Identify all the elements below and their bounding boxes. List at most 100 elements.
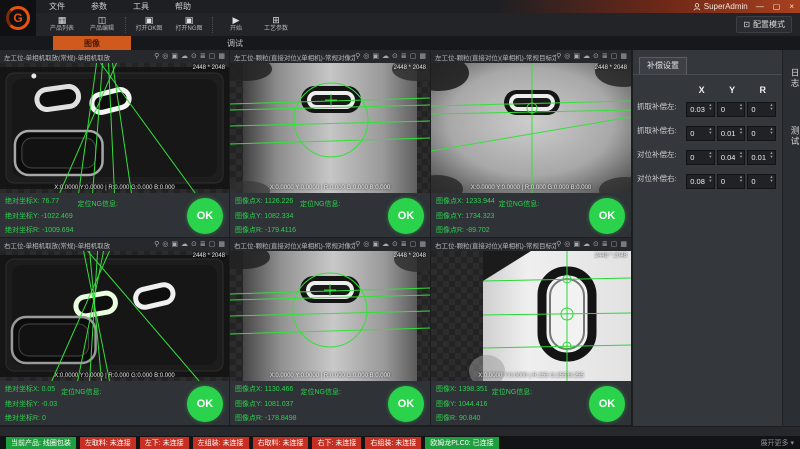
grab-right-y-input[interactable]: ▲▼ [717,123,746,138]
compensation-title-tab[interactable]: 补偿设置 [639,57,687,74]
spinner-arrows-icon[interactable]: ▲▼ [737,172,744,185]
cloud-icon[interactable]: ☁ [382,241,389,248]
image-fit-icon[interactable]: ▣ [171,241,178,248]
record-icon[interactable]: ⊙ [593,241,599,248]
close-button[interactable]: × [789,2,794,11]
target-icon[interactable]: ◎ [564,241,570,248]
image-fit-icon[interactable]: ▣ [573,53,580,60]
grab-left-x-input[interactable]: ▲▼ [686,99,715,114]
region-icon[interactable]: ▢ [209,241,216,248]
target-icon[interactable]: ◎ [363,53,369,60]
menu-help[interactable]: 帮助 [162,1,204,12]
cloud-icon[interactable]: ☁ [181,241,188,248]
spinner-arrows-icon[interactable]: ▲▼ [768,100,775,113]
align-left-r-input[interactable]: ▲▼ [747,147,776,162]
region-icon[interactable]: ▢ [611,241,618,248]
tab-debug[interactable]: 调试 [196,36,274,50]
cloud-icon[interactable]: ☁ [583,53,590,60]
user-account[interactable]: SuperAdmin [693,2,748,11]
expand-more-button[interactable]: 展开更多▾ [760,438,794,448]
record-icon[interactable]: ⊙ [593,53,599,60]
camera-view-canvas[interactable]: 2448 * 2048 X:0.0000 Y:0.0000 | R:0.000 … [0,63,229,193]
record-icon[interactable]: ⊙ [191,53,197,60]
spinner-arrows-icon[interactable]: ▲▼ [768,148,775,161]
align-right-x-input[interactable]: ▲▼ [686,171,715,186]
camera-view-canvas[interactable]: 2448 * 2048 X:0.0000 Y:0.0000 | R:0.000 … [431,63,631,193]
spinner-arrows-icon[interactable]: ▲▼ [737,148,744,161]
menu-file[interactable]: 文件 [36,1,78,12]
record-icon[interactable]: ⊙ [392,241,398,248]
camera-view-canvas[interactable]: 2448 * 2048 X:0.0000 Y:0.0000 | R:0.000 … [230,63,430,193]
zoom-icon[interactable]: ⚲ [355,241,360,248]
target-icon[interactable]: ◎ [564,53,570,60]
image-fit-icon[interactable]: ▣ [372,53,379,60]
list-icon[interactable]: ≣ [401,241,407,248]
record-icon[interactable]: ⊙ [191,241,197,248]
zoom-icon[interactable]: ⚲ [154,53,159,60]
process-params-button[interactable]: ⊞ 工艺参数 [256,14,296,36]
list-icon[interactable]: ≣ [602,241,608,248]
spinner-arrows-icon[interactable]: ▲▼ [707,172,714,185]
target-icon[interactable]: ◎ [162,241,168,248]
product-edit-button[interactable]: ◫ 产品编辑 [82,14,122,36]
menu-tools[interactable]: 工具 [120,1,162,12]
open-ng-image-button[interactable]: ▣ 打开NG图 [169,14,209,36]
target-icon[interactable]: ◎ [363,241,369,248]
list-icon[interactable]: ≣ [200,241,206,248]
align-left-y-input[interactable]: ▲▼ [717,147,746,162]
camera-view-canvas[interactable]: 2448 * 2048 X:0.0000 Y:0.0000 | R:0.000 … [230,251,430,381]
config-mode-button[interactable]: ⊡ 配置模式 [736,16,792,33]
grid-icon[interactable]: ▦ [218,241,225,248]
image-fit-icon[interactable]: ▣ [171,53,178,60]
grab-right-r-input[interactable]: ▲▼ [747,123,776,138]
grid-icon[interactable]: ▦ [218,53,225,60]
zoom-icon[interactable]: ⚲ [154,241,159,248]
product-list-button[interactable]: ▦ 产品列表 [42,14,82,36]
align-right-r-input[interactable]: ▲▼ [747,171,776,186]
image-fit-icon[interactable]: ▣ [573,241,580,248]
record-icon[interactable]: ⊙ [392,53,398,60]
target-icon[interactable]: ◎ [162,53,168,60]
align-left-x-input[interactable]: ▲▼ [686,147,715,162]
list-icon[interactable]: ≣ [200,53,206,60]
open-ok-image-button[interactable]: ▣ 打开OK图 [129,14,169,36]
zoom-icon[interactable]: ⚲ [355,53,360,60]
zoom-icon[interactable]: ⚲ [556,241,561,248]
menu-parameters[interactable]: 参数 [78,1,120,12]
camera-view-canvas[interactable]: 2448 * 2048 X:0.0000 Y:0.0000 | R:0.000 … [0,251,229,381]
cloud-icon[interactable]: ☁ [583,241,590,248]
grid-icon[interactable]: ▦ [419,241,426,248]
align-right-y-input[interactable]: ▲▼ [717,171,746,186]
region-icon[interactable]: ▢ [410,241,417,248]
spinner-arrows-icon[interactable]: ▲▼ [737,124,744,137]
grid-icon[interactable]: ▦ [620,53,627,60]
start-button[interactable]: ▶ 开始 [216,14,256,36]
spinner-arrows-icon[interactable]: ▲▼ [768,124,775,137]
side-tab-test[interactable]: 测试 [783,126,800,147]
side-tab-log[interactable]: 日志 [783,68,800,89]
camera-view-canvas[interactable]: 2448 * 2048 X:0.0000 Y:0.0000 | R:255 G:… [431,251,631,381]
maximize-button[interactable]: ▢ [773,2,781,11]
grab-right-x-input[interactable]: ▲▼ [686,123,715,138]
grid-icon[interactable]: ▦ [620,241,627,248]
region-icon[interactable]: ▢ [209,53,216,60]
image-fit-icon[interactable]: ▣ [372,241,379,248]
list-icon[interactable]: ≣ [401,53,407,60]
zoom-icon[interactable]: ⚲ [556,53,561,60]
list-icon[interactable]: ≣ [602,53,608,60]
tab-image[interactable]: 图像 [53,36,131,50]
cloud-icon[interactable]: ☁ [382,53,389,60]
spinner-arrows-icon[interactable]: ▲▼ [707,124,714,137]
minimize-button[interactable]: — [756,2,764,11]
spinner-arrows-icon[interactable]: ▲▼ [737,100,744,113]
grab-left-y-input[interactable]: ▲▼ [717,99,746,114]
cloud-icon[interactable]: ☁ [181,53,188,60]
spinner-arrows-icon[interactable]: ▲▼ [707,148,714,161]
grab-left-r-input[interactable]: ▲▼ [747,99,776,114]
spinner-arrows-icon[interactable]: ▲▼ [707,100,714,113]
grid-icon[interactable]: ▦ [419,53,426,60]
region-icon[interactable]: ▢ [611,53,618,60]
region-icon[interactable]: ▢ [410,53,417,60]
spinner-arrows-icon[interactable]: ▲▼ [768,172,775,185]
stat-x: 图像点X: 1126.226 [235,196,296,206]
